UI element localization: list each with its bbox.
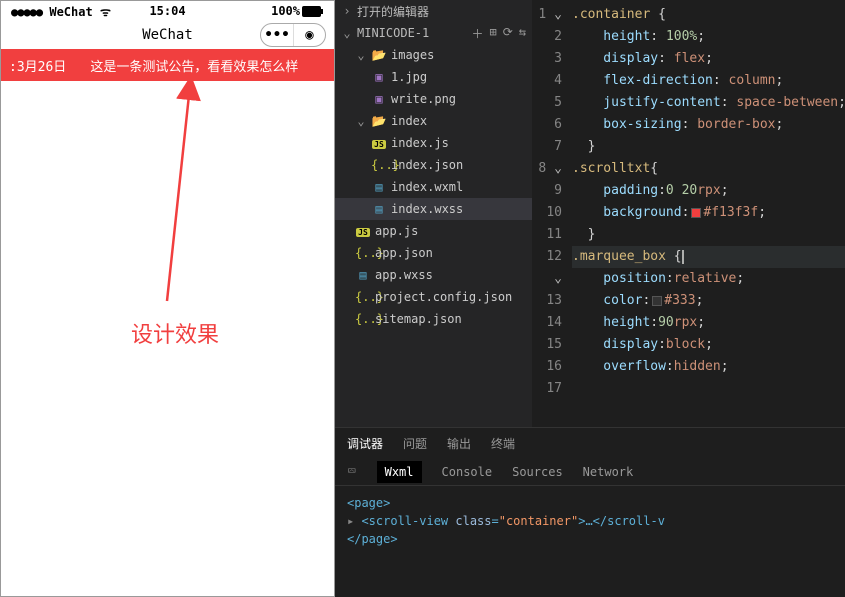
file-index-wxml[interactable]: ▤index.wxml [335,176,532,198]
tab-debugger[interactable]: 调试器 [347,435,383,452]
clock: 15:04 [149,4,185,18]
tab-output[interactable]: 输出 [447,435,471,452]
file-index-wxss[interactable]: ▤index.wxss [335,198,532,220]
file-index[interactable]: ⌄📂index [335,110,532,132]
simulator-pane: ●●●●● WeChat ᯤ 15:04 100% WeChat ••• ◉ :… [0,0,335,597]
file-images[interactable]: ⌄📂images [335,44,532,66]
file-app-json[interactable]: {..}app.json [335,242,532,264]
devtools-tabs[interactable]: ⮹ Wxml Console Sources Network [335,458,845,486]
announcement-banner: :3月26日这是一条测试公告，看看效果怎么样 [1,49,334,81]
file-sitemap-json[interactable]: {..}sitemap.json [335,308,532,330]
tab-problems[interactable]: 问题 [403,435,427,452]
menu-icon[interactable]: ••• [261,24,293,46]
file-project-config-json[interactable]: {..}project.config.json [335,286,532,308]
file-write-png[interactable]: ▣write.png [335,88,532,110]
tab-console[interactable]: Console [442,465,493,479]
tab-network[interactable]: Network [583,465,634,479]
collapse-icon[interactable]: ⇆ [519,25,526,42]
page-title: WeChat [142,27,193,43]
ide-pane: ›打开的编辑器 ⌄MINICODE-1 ＋ ⊞ ⟳ ⇆ ⌄📂images▣1.j… [335,0,845,597]
signal-carrier: ●●●●● WeChat ᯤ [11,3,111,20]
dom-tree[interactable]: <page> ▸ <scroll-view class="container">… [335,486,845,556]
annotation-label: 设计效果 [131,317,219,349]
annotation-arrow [97,81,207,311]
tab-terminal[interactable]: 终端 [491,435,515,452]
file-index-json[interactable]: {..}index.json [335,154,532,176]
tab-sources[interactable]: Sources [512,465,563,479]
code-editor[interactable]: 1 ⌄2 3 4 5 6 7 8 ⌄9 10 11 12 ⌄13 14 15 1… [532,0,845,427]
new-folder-icon[interactable]: ⊞ [489,25,496,42]
inspect-icon[interactable]: ⮹ [347,464,357,479]
status-bar: ●●●●● WeChat ᯤ 15:04 100% [1,1,334,21]
open-editors-section[interactable]: ›打开的编辑器 [335,0,532,22]
tab-wxml[interactable]: Wxml [377,461,422,483]
file-app-wxss[interactable]: ▤app.wxss [335,264,532,286]
battery-indicator: 100% [271,4,324,18]
explorer-panel[interactable]: ›打开的编辑器 ⌄MINICODE-1 ＋ ⊞ ⟳ ⇆ ⌄📂images▣1.j… [335,0,532,427]
file-app-js[interactable]: JSapp.js [335,220,532,242]
capsule-button[interactable]: ••• ◉ [260,23,326,47]
wifi-icon: ᯤ [100,5,111,19]
simulator-canvas: 设计效果 [1,81,334,596]
project-root[interactable]: ⌄MINICODE-1 ＋ ⊞ ⟳ ⇆ [335,22,532,44]
panel-tabs[interactable]: 调试器 问题 输出 终端 [335,428,845,458]
bottom-panel: 调试器 问题 输出 终端 ⮹ Wxml Console Sources Netw… [335,427,845,597]
new-file-icon[interactable]: ＋ [471,25,483,42]
refresh-icon[interactable]: ⟳ [503,25,513,42]
file-index-js[interactable]: JSindex.js [335,132,532,154]
file-1-jpg[interactable]: ▣1.jpg [335,66,532,88]
nav-bar: WeChat ••• ◉ [1,21,334,49]
close-icon[interactable]: ◉ [293,24,325,46]
